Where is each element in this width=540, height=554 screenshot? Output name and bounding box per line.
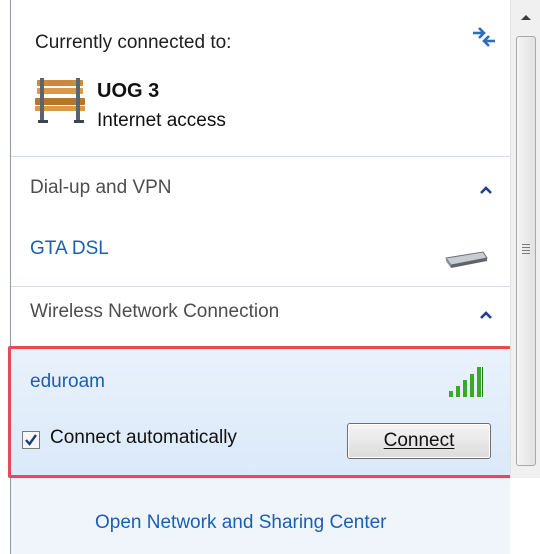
refresh-icon[interactable] bbox=[469, 24, 499, 50]
open-network-sharing-center-link[interactable]: Open Network and Sharing Center bbox=[95, 512, 387, 534]
divider bbox=[11, 156, 510, 157]
divider bbox=[11, 286, 510, 287]
footer: Open Network and Sharing Center bbox=[11, 478, 510, 554]
bench-network-icon bbox=[31, 76, 89, 126]
dialup-section-label: Dial-up and VPN bbox=[30, 177, 172, 198]
vertical-scrollbar[interactable] bbox=[510, 0, 540, 478]
modem-icon bbox=[443, 246, 489, 270]
chevron-up-icon[interactable] bbox=[475, 304, 497, 326]
wifi-network-eduroam[interactable]: eduroam Connect automatically Connect bbox=[8, 346, 513, 478]
scroll-up-button[interactable] bbox=[511, 0, 540, 34]
dialup-item-gta-dsl[interactable]: GTA DSL bbox=[30, 238, 109, 260]
connect-button[interactable]: Connect bbox=[347, 423, 491, 459]
connected-network-status: Internet access bbox=[97, 110, 226, 131]
connected-heading: Currently connected to: bbox=[35, 32, 232, 53]
thumb-grip-icon bbox=[522, 244, 530, 254]
connect-button-label: Connect bbox=[383, 430, 455, 451]
connected-network-name: UOG 3 bbox=[97, 80, 160, 102]
chevron-up-icon bbox=[521, 15, 531, 20]
auto-connect-checkbox[interactable] bbox=[22, 431, 40, 449]
wireless-section-label: Wireless Network Connection bbox=[30, 301, 280, 322]
network-flyout: Currently connected to: UOG 3 Internet a… bbox=[0, 0, 540, 554]
auto-connect-label[interactable]: Connect automatically bbox=[50, 427, 237, 449]
chevron-up-icon[interactable] bbox=[475, 179, 497, 201]
wifi-network-name[interactable]: eduroam bbox=[30, 371, 105, 393]
signal-strength-icon bbox=[447, 365, 489, 399]
scroll-thumb[interactable] bbox=[516, 36, 536, 466]
network-list: Currently connected to: UOG 3 Internet a… bbox=[8, 0, 513, 554]
